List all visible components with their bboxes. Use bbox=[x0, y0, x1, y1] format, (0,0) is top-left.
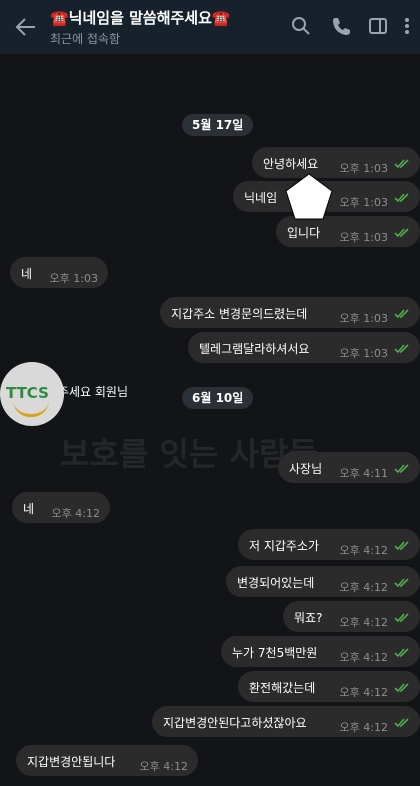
read-double-check-icon bbox=[394, 578, 409, 588]
message-text: 닉네임 bbox=[244, 191, 278, 205]
message-time: 오후 4:12 bbox=[339, 581, 388, 594]
message-text: 뭐죠? bbox=[294, 611, 323, 625]
last-seen-status: 최근에 접속함 bbox=[50, 32, 121, 46]
outgoing-message[interactable]: 저 지갑주소가 오후 4:12 bbox=[238, 529, 420, 560]
read-double-check-icon bbox=[394, 193, 409, 203]
message-text: 사장님 bbox=[289, 462, 323, 476]
chat-header: ☎️닉네임을 말씀해주세요☎️ 최근에 접속함 bbox=[0, 0, 420, 54]
message-time: 오후 1:03 bbox=[339, 162, 388, 175]
date-separator: 5월 17일 bbox=[182, 114, 254, 136]
message-time: 오후 4:12 bbox=[339, 616, 388, 629]
message-time: 오후 4:12 bbox=[339, 686, 388, 699]
message-time: 오후 4:12 bbox=[339, 651, 388, 664]
more-options-icon[interactable] bbox=[400, 15, 414, 37]
redaction-pentagon bbox=[285, 173, 333, 220]
read-double-check-icon bbox=[394, 464, 409, 474]
read-double-check-icon bbox=[394, 718, 409, 728]
sidebar-toggle-icon[interactable] bbox=[367, 15, 389, 37]
message-time: 오후 4:12 bbox=[51, 507, 100, 520]
outgoing-message[interactable]: 지갑주소 변경문의드렸는데 오후 1:03 bbox=[160, 297, 420, 328]
outgoing-message[interactable]: 지갑변경안된다고하셨잖아요 오후 4:12 bbox=[152, 706, 420, 737]
read-double-check-icon bbox=[394, 309, 409, 319]
message-text: 지갑주소 변경문의드렸는데 bbox=[171, 307, 308, 321]
read-double-check-icon bbox=[394, 683, 409, 693]
message-text: 누가 7천5백만원 bbox=[232, 646, 318, 660]
message-text: 네 bbox=[23, 502, 35, 516]
message-time: 오후 1:03 bbox=[339, 196, 388, 209]
message-time: 오후 4:12 bbox=[139, 760, 188, 773]
date-separator: 6월 10일 bbox=[182, 387, 254, 409]
message-text: 안녕하세요 bbox=[263, 157, 319, 171]
ttcs-logo: TTCS bbox=[0, 362, 64, 426]
message-time: 오후 1:03 bbox=[339, 231, 388, 244]
message-time: 오후 4:12 bbox=[339, 544, 388, 557]
incoming-message[interactable]: 네 오후 4:12 bbox=[12, 492, 110, 523]
outgoing-message[interactable]: 누가 7천5백만원 오후 4:12 bbox=[221, 636, 420, 667]
search-icon[interactable] bbox=[290, 15, 312, 37]
message-time: 오후 4:12 bbox=[339, 721, 388, 734]
outgoing-message[interactable]: 변경되어있는데 오후 4:12 bbox=[226, 566, 420, 597]
read-double-check-icon bbox=[394, 541, 409, 551]
logo-smile-arc bbox=[13, 400, 49, 417]
message-text: 저 지갑주소가 bbox=[249, 539, 320, 553]
incoming-message[interactable]: 네 오후 1:03 bbox=[10, 257, 108, 288]
outgoing-message[interactable]: 안녕하세요 오후 1:03 bbox=[252, 147, 420, 178]
incoming-message[interactable]: 지갑변경안됩니다 오후 4:12 bbox=[16, 745, 198, 776]
read-double-check-icon bbox=[394, 344, 409, 354]
message-text: 환전해갔는데 bbox=[249, 681, 316, 695]
read-double-check-icon bbox=[394, 613, 409, 623]
message-text: 네 bbox=[21, 267, 33, 281]
message-text: 지갑변경안됩니다 bbox=[27, 755, 116, 769]
outgoing-message[interactable]: 사장님 오후 4:11 bbox=[278, 452, 420, 483]
message-text: 텔레그램달라하셔서요 bbox=[199, 342, 310, 356]
back-arrow-icon[interactable] bbox=[14, 16, 38, 38]
message-time: 오후 1:03 bbox=[339, 312, 388, 325]
message-time: 오후 1:03 bbox=[339, 347, 388, 360]
chat-title[interactable]: ☎️닉네임을 말씀해주세요☎️ bbox=[50, 7, 231, 28]
outgoing-message[interactable]: 환전해갔는데 오후 4:12 bbox=[238, 671, 420, 702]
message-time: 오후 4:11 bbox=[339, 467, 388, 480]
message-text: 지갑변경안된다고하셨잖아요 bbox=[163, 716, 307, 730]
read-double-check-icon bbox=[394, 648, 409, 658]
read-double-check-icon bbox=[394, 228, 409, 238]
message-text: 입니다 bbox=[287, 226, 321, 240]
message-time: 오후 1:03 bbox=[49, 272, 98, 285]
read-double-check-icon bbox=[394, 159, 409, 169]
message-text: 변경되어있는데 bbox=[237, 576, 315, 590]
outgoing-message[interactable]: 텔레그램달라하셔서요 오후 1:03 bbox=[188, 332, 420, 363]
outgoing-message[interactable]: 뭐죠? 오후 4:12 bbox=[283, 601, 420, 632]
phone-call-icon[interactable] bbox=[330, 15, 352, 37]
